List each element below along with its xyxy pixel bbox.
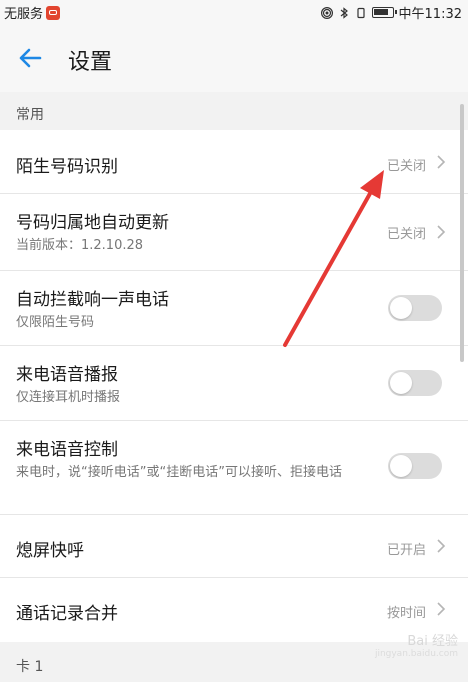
settings-list: 陌生号码识别 已关闭 号码归属地自动更新 当前版本：1.2.10.28 已关闭 … <box>0 130 468 642</box>
status-bar: 无服务 中午11:32 <box>0 0 468 24</box>
row-value: 已开启 <box>386 543 426 558</box>
row-value: 按时间 <box>386 606 426 621</box>
row-label: 来电语音控制 <box>16 440 118 460</box>
voice-control-toggle[interactable] <box>388 453 442 479</box>
hotspot-icon <box>320 6 333 19</box>
row-label: 通话记录合并 <box>16 604 118 624</box>
row-value: 已关闭 <box>386 159 426 174</box>
chevron-right-icon <box>437 155 446 169</box>
section-title: 卡 1 <box>16 659 44 675</box>
row-label: 来电语音播报 <box>16 365 118 385</box>
chevron-right-icon <box>437 225 446 239</box>
row-stranger-number-id[interactable]: 陌生号码识别 已关闭 <box>0 130 468 194</box>
row-voice-control: 来电语音控制 来电时，说“接听电话”或“挂断电话”可以接听、拒接电话 <box>0 421 468 515</box>
row-label: 自动拦截响一声电话 <box>16 290 169 310</box>
chevron-right-icon <box>437 539 446 553</box>
page-title: 设置 <box>68 50 113 75</box>
row-block-one-ring: 自动拦截响一声电话 仅限陌生号码 <box>0 271 468 346</box>
notification-app-icon <box>46 5 61 20</box>
row-label: 号码归属地自动更新 <box>16 213 169 233</box>
block-one-ring-toggle[interactable] <box>388 295 442 321</box>
section-header-common: 常用 <box>0 92 468 130</box>
voice-announce-toggle[interactable] <box>388 370 442 396</box>
toggle-knob <box>390 455 412 477</box>
row-subtitle: 仅限陌生号码 <box>16 315 95 330</box>
chevron-right-icon <box>437 602 446 616</box>
row-subtitle: 仅连接耳机时播报 <box>16 390 121 405</box>
watermark: Bai 经验 jingyan.baidu.com <box>375 630 458 659</box>
row-screen-off-quick-call[interactable]: 熄屏快呼 已开启 <box>0 515 468 578</box>
row-subtitle: 当前版本：1.2.10.28 <box>16 238 144 253</box>
row-value: 已关闭 <box>386 227 426 242</box>
battery-icon <box>371 7 397 18</box>
row-voice-announce: 来电语音播报 仅连接耳机时播报 <box>0 346 468 421</box>
toggle-knob <box>390 297 412 319</box>
row-label: 陌生号码识别 <box>16 157 118 177</box>
app-bar: 设置 <box>0 24 468 92</box>
carrier-label: 无服务 <box>4 7 44 22</box>
row-location-auto-update[interactable]: 号码归属地自动更新 当前版本：1.2.10.28 已关闭 <box>0 194 468 271</box>
bluetooth-icon <box>340 6 348 19</box>
section-title: 常用 <box>16 107 44 123</box>
clock: 中午11:32 <box>398 7 462 22</box>
scrollbar[interactable] <box>460 104 464 362</box>
watermark-url: jingyan.baidu.com <box>374 649 458 659</box>
vibrate-icon <box>356 7 365 18</box>
watermark-text: Bai 经验 <box>407 634 458 649</box>
toggle-knob <box>390 372 412 394</box>
row-subtitle: 来电时，说“接听电话”或“挂断电话”可以接听、拒接电话 <box>16 465 342 480</box>
back-arrow-icon[interactable] <box>16 44 44 72</box>
row-label: 熄屏快呼 <box>16 541 84 561</box>
